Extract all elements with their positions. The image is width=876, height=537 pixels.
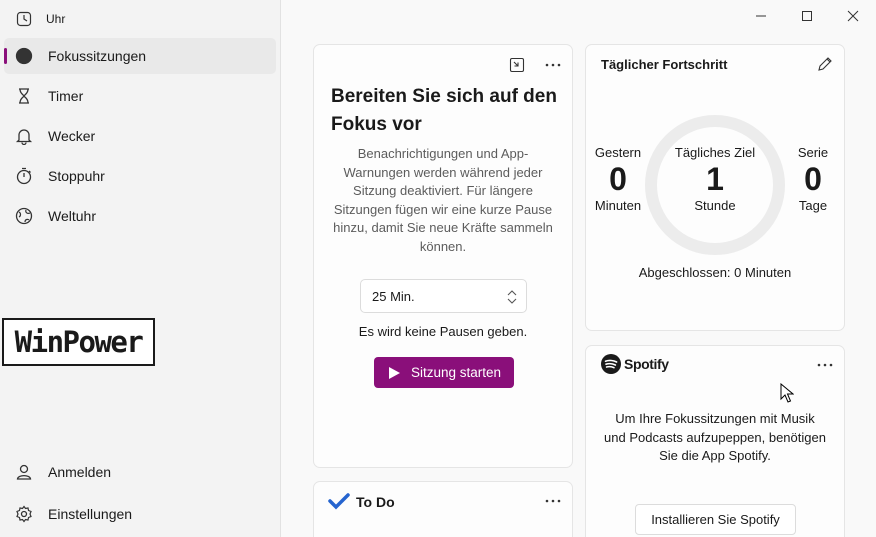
goal-value: 1 bbox=[706, 161, 724, 197]
spin-arrows-icon bbox=[507, 290, 517, 304]
yesterday-value: 0 bbox=[609, 161, 627, 197]
play-icon bbox=[388, 366, 400, 379]
pencil-icon bbox=[818, 57, 832, 71]
maximize-icon bbox=[802, 11, 812, 21]
compact-mode-button[interactable] bbox=[504, 52, 530, 78]
sidebar-item-fokussitzungen[interactable]: Fokussitzungen bbox=[4, 38, 276, 74]
main-area: Bereiten Sie sich auf den Fokus vor Bena… bbox=[281, 0, 876, 537]
bell-icon bbox=[15, 127, 33, 145]
clock-app-icon bbox=[16, 11, 32, 27]
edit-goal-button[interactable] bbox=[812, 51, 838, 77]
app-title-bar: Uhr bbox=[16, 10, 65, 28]
maximize-button[interactable] bbox=[784, 0, 830, 32]
focus-icon bbox=[15, 47, 33, 65]
duration-selector[interactable]: 25 Min. bbox=[360, 279, 527, 313]
app-title: Uhr bbox=[46, 12, 66, 26]
goal-label: Tägliches Ziel bbox=[674, 145, 756, 160]
mouse-cursor-icon bbox=[780, 383, 794, 403]
sidebar-item-label: Wecker bbox=[48, 128, 96, 144]
daily-progress-card: Täglicher Fortschritt Gestern 0 Minuten … bbox=[585, 44, 845, 331]
goal-unit: Stunde bbox=[694, 198, 736, 213]
sidebar-item-label: Timer bbox=[48, 88, 84, 104]
sidebar-item-wecker[interactable]: Wecker bbox=[4, 118, 276, 154]
sidebar-item-anmelden[interactable]: Anmelden bbox=[4, 454, 276, 490]
stopwatch-icon bbox=[15, 167, 33, 185]
streak-unit: Tage bbox=[798, 198, 828, 213]
completed-text: Abgeschlossen: 0 Minuten bbox=[638, 265, 792, 280]
streak-label: Serie bbox=[797, 145, 829, 160]
todo-more-button[interactable] bbox=[540, 488, 566, 514]
sidebar-item-label: Anmelden bbox=[48, 464, 112, 480]
close-icon bbox=[847, 10, 859, 22]
todo-check-icon bbox=[328, 493, 350, 510]
minimize-button[interactable] bbox=[738, 0, 784, 32]
sidebar-item-label: Stoppuhr bbox=[48, 168, 105, 184]
compact-overlay-icon bbox=[509, 57, 525, 73]
sidebar-item-weltuhr[interactable]: Weltuhr bbox=[4, 198, 276, 234]
progress-title: Täglicher Fortschritt bbox=[601, 57, 728, 72]
more-icon bbox=[545, 499, 561, 503]
spotify-description: Um Ihre Fokussitzungen mit Musik und Pod… bbox=[604, 411, 826, 463]
globe-icon bbox=[15, 207, 33, 225]
yesterday-label: Gestern bbox=[594, 145, 642, 160]
more-icon bbox=[817, 363, 833, 367]
spotify-brand: Spotify bbox=[624, 356, 669, 372]
sidebar-item-label: Fokussitzungen bbox=[48, 48, 147, 64]
sidebar: Uhr Fokussitzungen Timer Wecker Stoppuhr… bbox=[0, 0, 281, 537]
spotify-logo: Spotify bbox=[601, 354, 669, 374]
minimize-icon bbox=[756, 15, 766, 17]
streak-value: 0 bbox=[804, 161, 822, 197]
todo-title: To Do bbox=[356, 494, 395, 510]
active-indicator bbox=[4, 48, 7, 64]
winpower-watermark: WinPower bbox=[2, 318, 155, 366]
gear-icon bbox=[15, 505, 33, 523]
sidebar-item-label: Einstellungen bbox=[48, 506, 133, 522]
daily-goal-stat: Tägliches Ziel 1 Stunde bbox=[665, 145, 765, 213]
spotify-icon bbox=[601, 354, 621, 374]
sidebar-item-label: Weltuhr bbox=[48, 208, 96, 224]
streak-stat: Serie 0 Tage bbox=[786, 145, 840, 213]
start-session-label: Sitzung starten bbox=[410, 365, 502, 380]
person-icon bbox=[15, 463, 33, 481]
focus-card: Bereiten Sie sich auf den Fokus vor Bena… bbox=[313, 44, 573, 468]
install-spotify-button[interactable]: Installieren Sie Spotify bbox=[635, 504, 796, 535]
duration-value: 25 Min. bbox=[372, 288, 415, 304]
start-session-button[interactable]: Sitzung starten bbox=[374, 357, 514, 388]
hourglass-icon bbox=[15, 87, 33, 105]
focus-more-button[interactable] bbox=[540, 52, 566, 78]
sidebar-item-stoppuhr[interactable]: Stoppuhr bbox=[4, 158, 276, 194]
spotify-card: Spotify Um Ihre Fokussitzungen mit Musik… bbox=[585, 345, 845, 537]
yesterday-stat: Gestern 0 Minuten bbox=[590, 145, 646, 213]
focus-description: Benachrichtigungen und App-Warnungen wer… bbox=[333, 146, 553, 254]
window-controls bbox=[738, 0, 876, 32]
break-info: Es wird keine Pausen geben. bbox=[358, 324, 528, 339]
focus-title: Bereiten Sie sich auf den Fokus vor bbox=[331, 86, 557, 135]
more-icon bbox=[545, 63, 561, 67]
yesterday-unit: Minuten bbox=[594, 198, 642, 213]
sidebar-item-timer[interactable]: Timer bbox=[4, 78, 276, 114]
close-button[interactable] bbox=[830, 0, 876, 32]
sidebar-item-einstellungen[interactable]: Einstellungen bbox=[4, 496, 276, 532]
spotify-more-button[interactable] bbox=[812, 352, 838, 378]
todo-card: To Do bbox=[313, 481, 573, 537]
